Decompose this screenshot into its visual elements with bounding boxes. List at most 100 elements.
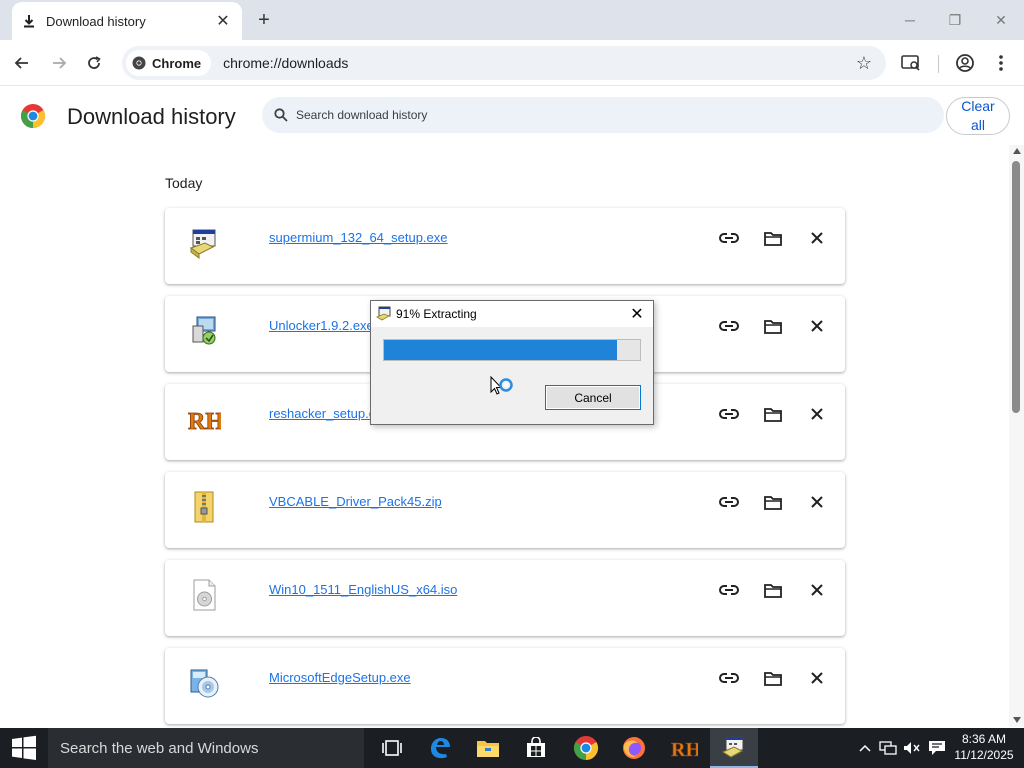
scroll-down-arrow-icon[interactable] (1013, 717, 1021, 723)
restore-icon[interactable]: ❐ (941, 8, 969, 32)
download-item: supermium_132_64_setup.exe (165, 208, 845, 284)
copy-link-icon[interactable] (715, 224, 743, 252)
download-filename-link[interactable]: Win10_1511_EnglishUS_x64.iso (269, 582, 457, 597)
tab-title: Download history (46, 13, 146, 29)
browser-toolbar: Chrome chrome://downloads ☆ (0, 40, 1024, 86)
chrome-chip-icon (132, 56, 146, 70)
clear-all-button[interactable]: Clear all (946, 97, 1010, 135)
reshacker-taskbar-icon[interactable]: RH (660, 728, 708, 768)
copy-link-icon[interactable] (715, 488, 743, 516)
show-in-folder-icon[interactable] (759, 576, 787, 604)
installer-icon (189, 229, 216, 259)
show-in-folder-icon[interactable] (759, 224, 787, 252)
dialog-close-icon[interactable]: ✕ (627, 304, 647, 324)
menu-kebab-icon[interactable] (988, 50, 1014, 76)
window-close-icon[interactable]: ✕ (987, 8, 1015, 32)
new-tab-icon[interactable]: + (252, 8, 276, 32)
downloads-header: Download history Clear all (0, 87, 1024, 145)
page-title: Download history (67, 104, 236, 129)
windows-start-icon[interactable] (0, 728, 48, 768)
show-in-folder-icon[interactable] (759, 488, 787, 516)
disc-image-icon (193, 579, 216, 611)
forward-icon[interactable] (46, 50, 72, 76)
clear-all-label-1: Clear (961, 98, 995, 114)
back-icon[interactable] (9, 50, 35, 76)
remove-item-icon[interactable] (803, 224, 831, 252)
remove-item-icon[interactable] (803, 664, 831, 692)
volume-muted-icon[interactable] (903, 740, 921, 756)
url-text: chrome://downloads (223, 55, 349, 71)
unlocker-icon (192, 316, 216, 345)
show-in-folder-icon[interactable] (759, 400, 787, 428)
scrollbar-thumb[interactable] (1012, 161, 1020, 413)
busy-cursor-icon (490, 376, 513, 395)
tab-close-icon[interactable]: ✕ (214, 12, 232, 30)
tab-strip: Download history ✕ + ─ ❐ ✕ (0, 0, 1024, 40)
edge-browser-icon[interactable] (416, 728, 464, 768)
toolbar-divider (938, 55, 939, 73)
store-icon[interactable] (512, 728, 560, 768)
taskbar-search-placeholder: Search the web and Windows (60, 739, 259, 757)
extracting-dialog: 91% Extracting ✕ Cancel (370, 300, 654, 425)
profile-icon[interactable] (952, 50, 978, 76)
extract-progress-bar (383, 339, 641, 361)
firefox-icon[interactable] (610, 728, 658, 768)
download-item: MicrosoftEdgeSetup.exe (165, 648, 845, 724)
remove-item-icon[interactable] (803, 400, 831, 428)
svg-text:RH: RH (671, 739, 698, 759)
reshacker-icon: RH (188, 409, 221, 436)
search-downloads-box[interactable] (262, 97, 944, 133)
dialog-titlebar[interactable]: 91% Extracting (371, 301, 653, 327)
cancel-button[interactable]: Cancel (545, 385, 641, 410)
download-filename-link[interactable]: VBCABLE_Driver_Pack45.zip (269, 494, 442, 509)
scroll-up-arrow-icon[interactable] (1013, 148, 1021, 154)
chrome-logo-icon (20, 104, 46, 128)
windows-taskbar: Search the web and Windows RH 8:36 AM 11… (0, 728, 1024, 768)
download-icon (22, 14, 36, 28)
chrome-taskbar-icon[interactable] (562, 728, 610, 768)
remove-item-icon[interactable] (803, 576, 831, 604)
tab-download-history[interactable]: Download history ✕ (12, 2, 242, 40)
address-bar[interactable]: Chrome chrome://downloads ☆ (122, 46, 886, 80)
copy-link-icon[interactable] (715, 400, 743, 428)
clear-all-label-2: all (970, 117, 985, 133)
site-chip[interactable]: Chrome (126, 50, 212, 76)
copy-link-icon[interactable] (715, 576, 743, 604)
setup-disc-icon (190, 669, 219, 698)
download-item: VBCABLE_Driver_Pack45.zip (165, 472, 845, 548)
taskbar-clock[interactable]: 8:36 AM 11/12/2025 (952, 731, 1016, 763)
download-filename-link[interactable]: supermium_132_64_setup.exe (269, 230, 448, 245)
download-filename-link[interactable]: Unlocker1.9.2.exe (269, 318, 374, 333)
remove-item-icon[interactable] (803, 312, 831, 340)
show-in-folder-icon[interactable] (759, 664, 787, 692)
clock-date: 11/12/2025 (954, 748, 1014, 762)
task-view-icon[interactable] (368, 728, 416, 768)
search-icon (274, 108, 288, 122)
network-icon[interactable] (879, 740, 897, 756)
zip-archive-icon (194, 491, 214, 523)
taskbar-search-box[interactable]: Search the web and Windows (48, 728, 364, 768)
site-chip-label: Chrome (152, 55, 202, 71)
bookmark-star-icon[interactable]: ☆ (856, 53, 872, 74)
remove-item-icon[interactable] (803, 488, 831, 516)
copy-link-icon[interactable] (715, 664, 743, 692)
reload-icon[interactable] (81, 50, 107, 76)
show-in-folder-icon[interactable] (759, 312, 787, 340)
page-scrollbar[interactable] (1009, 145, 1024, 727)
date-section-label: Today (165, 175, 203, 191)
download-filename-link[interactable]: MicrosoftEdgeSetup.exe (269, 670, 411, 685)
action-center-icon[interactable] (928, 740, 946, 756)
copy-link-icon[interactable] (715, 312, 743, 340)
installer-icon (376, 306, 391, 321)
dialog-title: 91% Extracting (396, 307, 477, 321)
download-item: Win10_1511_EnglishUS_x64.iso (165, 560, 845, 636)
minimize-icon[interactable]: ─ (896, 8, 924, 32)
svg-text:RH: RH (188, 409, 221, 435)
progress-fill (384, 340, 617, 360)
clock-time: 8:36 AM (961, 732, 1007, 746)
installer-taskbar-icon[interactable] (710, 728, 758, 768)
file-explorer-icon[interactable] (464, 728, 512, 768)
search-input[interactable] (296, 108, 896, 122)
tray-chevron-up-icon[interactable] (856, 740, 874, 756)
tab-search-icon[interactable] (898, 50, 924, 76)
